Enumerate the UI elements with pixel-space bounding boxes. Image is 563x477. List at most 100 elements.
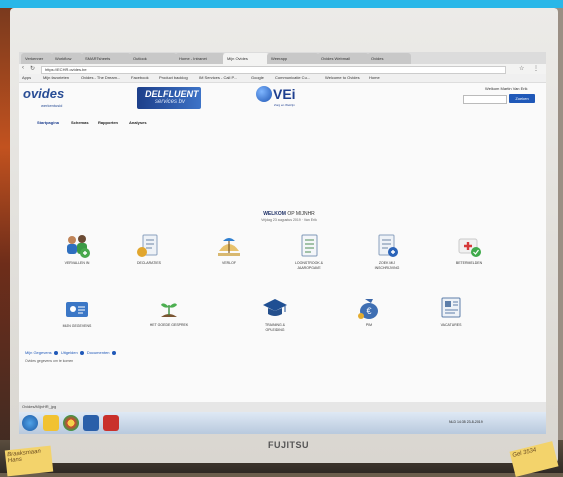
delfluent-logo-subtext: services bv	[155, 99, 186, 105]
ovides-logo-subtext: werkentusid	[41, 103, 63, 108]
receipt-icon	[137, 234, 158, 257]
reload-icon[interactable]: ↻	[30, 65, 35, 72]
browser-tab[interactable]: Ovides	[367, 53, 411, 64]
tile-training[interactable]: TRAINING & OPLEIDING	[255, 295, 295, 333]
info-dot-icon	[53, 350, 58, 355]
tile-label: BETERMELDEN	[455, 261, 483, 265]
delfluent-logo[interactable]: DELFLUENT services bv	[137, 87, 201, 109]
nav-analyses[interactable]: Analyses	[129, 120, 147, 125]
medical-kit-icon	[458, 238, 481, 257]
monitor-screen: Verkenner Workflow SMARTsheets Outlook H…	[19, 52, 546, 434]
id-card-icon	[66, 302, 88, 317]
windows-taskbar: NLD 14:35 23-8-2019	[19, 412, 546, 434]
money-bag-icon: €	[358, 299, 378, 319]
start-button-icon[interactable]	[22, 415, 38, 431]
tile-label: VACATURES	[440, 323, 462, 327]
globe-icon	[256, 85, 272, 102]
tile-declaraties[interactable]: DECLARATIES	[129, 233, 169, 266]
pdf-icon[interactable]	[103, 415, 119, 431]
browser-tab[interactable]: Outlook	[129, 53, 177, 64]
browser-tab[interactable]: Home - Intranet	[175, 53, 225, 64]
nav-startpagina[interactable]: Startpagina	[37, 120, 59, 125]
sticky-note-text: Gel 3534	[511, 447, 538, 459]
ovides-logo-text: ovides	[23, 86, 65, 101]
search-button[interactable]: Zoeken	[509, 94, 535, 103]
link-uitgelden[interactable]: Uitgelden	[61, 350, 78, 355]
people-icon	[67, 235, 90, 258]
tile-label: DECLARATIES	[136, 261, 162, 265]
browser-tab[interactable]: Workflow	[51, 53, 83, 64]
browser-tab[interactable]: Weerapp	[267, 53, 319, 64]
beach-icon	[218, 238, 240, 256]
system-tray[interactable]: NLD 14:35 23-8-2019	[449, 420, 483, 424]
tile-goede-gesprek[interactable]: HET GOEDE GESPREK	[149, 295, 189, 328]
bookmark-item[interactable]: Apps	[22, 75, 31, 80]
bookmark-item[interactable]: Communicatie Cu...	[275, 75, 310, 80]
document-icon	[378, 234, 398, 257]
tile-pim[interactable]: € PIM	[349, 295, 389, 328]
footer-links: Mijn Gegevens Uitgelden Documenten	[25, 350, 118, 355]
nav-rapporten[interactable]: Rapporten	[98, 120, 118, 125]
tile-mijn-gegevens[interactable]: MIJN GEGEVENS	[57, 298, 97, 329]
tile-label: PIM	[365, 323, 373, 327]
bookmark-item[interactable]: Facebook	[131, 75, 149, 80]
payslip-icon	[301, 234, 318, 257]
tile-vervallen[interactable]: VERVALLEN IN	[57, 233, 97, 266]
welcome-title: WELKOM OP MIJNHR	[239, 211, 339, 217]
tile-label: MIJN GEGEVENS	[62, 324, 92, 328]
tile-label: HET GOEDE GESPREK	[149, 323, 189, 327]
welcome-block: WELKOM OP MIJNHR Vrijdag 23 augustus 201…	[239, 211, 339, 222]
graduation-icon	[263, 299, 287, 316]
monitor-brand-logo: FUJITSU	[268, 440, 310, 450]
link-documenten[interactable]: Documenten	[87, 350, 110, 355]
download-bar: Ovides/MijnHR_jpg	[19, 402, 546, 412]
link-mijn-gegevens[interactable]: Mijn Gegevens	[25, 350, 52, 355]
web-page: ovides werkentusid DELFLUENT services bv…	[19, 83, 546, 423]
browser-tab[interactable]: Verkenner	[21, 53, 53, 64]
download-item[interactable]: Ovides/MijnHR_jpg	[22, 404, 56, 409]
newspaper-icon	[441, 297, 461, 318]
browser-tab[interactable]: SMARTsheets	[81, 53, 131, 64]
sticky-note-left: Braaksmaan Hans	[4, 445, 54, 477]
tile-loonstrook[interactable]: LOONSTROOK & JAAROPGAVE	[289, 233, 329, 271]
browser-tab[interactable]: Ovides Webmail	[317, 53, 369, 64]
star-icon[interactable]: ☆	[519, 65, 524, 72]
bookmark-item[interactable]: Mijn favorieten	[43, 75, 69, 80]
tile-betermelden[interactable]: BETERMELDEN	[449, 233, 489, 266]
welcome-subtitle: Vrijdag 23 augustus 2019 · Van Erik	[261, 218, 317, 222]
tile-label: VERVALLEN IN	[64, 261, 90, 265]
bookmarks-bar: Apps Mijn favorieten Ovides - The Dream.…	[19, 74, 546, 83]
back-icon[interactable]: ‹	[22, 65, 24, 71]
tile-label: LOONSTROOK & JAAROPGAVE	[294, 261, 323, 270]
chrome-icon[interactable]	[63, 415, 79, 431]
tile-verlof[interactable]: VERLOF	[209, 233, 249, 266]
info-dot-icon	[79, 350, 84, 355]
photo-top-band	[0, 0, 563, 8]
nav-schemas[interactable]: Schemas	[71, 120, 89, 125]
outlook-icon[interactable]	[83, 415, 99, 431]
bookmark-item[interactable]: Ovides - The Dream...	[81, 75, 120, 80]
vei-logo-text: VEi	[273, 85, 296, 102]
sticky-note-text: Braaksmaan Hans	[6, 448, 42, 465]
search-input[interactable]	[463, 95, 507, 104]
delfluent-logo-text: DELFLUENT	[145, 89, 199, 99]
tile-vacatures[interactable]: VACATURES	[431, 295, 471, 328]
browser-tab-active[interactable]: Mijn Ovides	[223, 53, 269, 64]
svg-text:€: €	[366, 306, 371, 316]
address-bar: ‹ ↻ https://ECHR.ovides.be ☆ ⋮	[19, 64, 546, 74]
folder-icon[interactable]	[43, 415, 59, 431]
bookmark-item[interactable]: IM Services - Call P...	[199, 75, 237, 80]
bookmark-item[interactable]: Product backlog	[159, 75, 188, 80]
info-dot-icon	[111, 350, 116, 355]
url-input[interactable]: https://ECHR.ovides.be	[41, 66, 506, 74]
ovides-logo[interactable]: ovides werkentusid	[23, 85, 64, 108]
bookmark-item[interactable]: Home	[369, 75, 380, 80]
welcome-title-rest: OP MIJNHR	[287, 211, 315, 217]
menu-icon[interactable]: ⋮	[533, 65, 539, 72]
vei-logo[interactable]: VEi Zorg en Welzijn	[256, 85, 296, 107]
bookmark-item[interactable]: Google	[251, 75, 264, 80]
browser-tab-bar: Verkenner Workflow SMARTsheets Outlook H…	[19, 52, 546, 64]
bookmark-item[interactable]: Welcome to Ovides	[325, 75, 360, 80]
tile-zoek[interactable]: ZOEK MIJ INSCHRIJVING	[367, 233, 407, 271]
user-greeting[interactable]: Welkom Martin Van Erik	[485, 86, 528, 91]
